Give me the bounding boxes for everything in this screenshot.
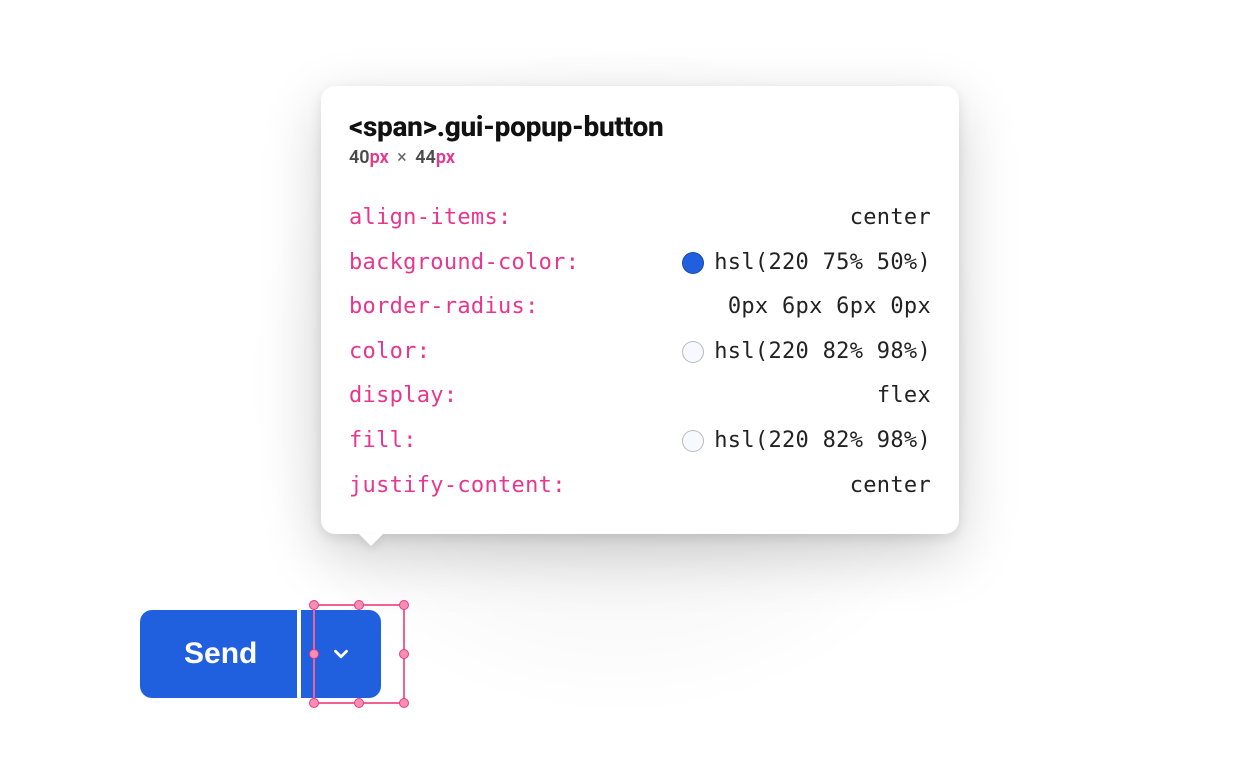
css-property-name: fill [349,428,403,453]
css-colon: : [552,473,566,498]
width-value: 40 [349,147,370,168]
css-property-value-wrap: flex [877,382,931,411]
css-property-value-wrap: 0px 6px 6px 0px [728,293,931,322]
css-property-row: align-items: center [349,196,931,241]
css-colon: : [525,294,539,319]
css-property-name: align-items [349,205,498,230]
css-property-row: justify-content: center [349,464,931,509]
width-unit: px [370,147,389,168]
resize-handle[interactable] [354,698,364,708]
inspector-selector: <span>.gui-popup-button [349,110,931,143]
resize-handle[interactable] [309,600,319,610]
tooltip-tail [359,534,383,546]
css-property-name: justify-content [349,473,552,498]
css-property-name: display [349,383,444,408]
resize-handle[interactable] [399,649,409,659]
resize-handle[interactable] [399,600,409,610]
css-property-row: background-color: hsl(220 75% 50%) [349,241,931,286]
css-property-name: background-color [349,250,566,275]
css-property-list: align-items: center background-color: hsl(2… [349,196,931,508]
css-property-value: 0px 6px 6px 0px [728,293,931,322]
color-swatch-icon [682,252,704,274]
css-colon: : [444,383,458,408]
css-property-value-wrap: hsl(220 75% 50%) [682,249,931,278]
css-property-value: center [850,204,931,233]
css-property-value-wrap: center [850,472,931,501]
color-swatch-icon [682,430,704,452]
css-property-value-wrap: hsl(220 82% 98%) [682,338,931,367]
css-colon: : [403,428,417,453]
css-property-value: hsl(220 82% 98%) [714,427,931,456]
css-property-row: border-radius: 0px 6px 6px 0px [349,285,931,330]
css-property-value-wrap: hsl(220 82% 98%) [682,427,931,456]
css-property-name: border-radius [349,294,525,319]
height-value: 44 [415,147,436,168]
css-property-row: display: flex [349,374,931,419]
dimensions-separator: × [397,147,407,168]
css-property-row: fill: hsl(220 82% 98%) [349,419,931,464]
chevron-down-icon [330,643,352,665]
css-property-value: hsl(220 75% 50%) [714,249,931,278]
css-property-value: hsl(220 82% 98%) [714,338,931,367]
color-swatch-icon [682,341,704,363]
css-property-name: color [349,339,417,364]
css-property-value-wrap: center [850,204,931,233]
resize-handle[interactable] [309,698,319,708]
css-colon: : [417,339,431,364]
css-colon: : [498,205,512,230]
popup-button[interactable] [301,610,381,698]
inspector-dimensions: 40px × 44px [349,147,931,168]
send-button[interactable]: Send [140,610,297,698]
inspector-tooltip: <span>.gui-popup-button 40px × 44px alig… [321,86,959,534]
css-colon: : [566,250,580,275]
split-button: Send [140,610,381,698]
css-property-value: center [850,472,931,501]
css-property-value: flex [877,382,931,411]
resize-handle[interactable] [399,698,409,708]
resize-handle[interactable] [354,600,364,610]
css-property-row: color: hsl(220 82% 98%) [349,330,931,375]
height-unit: px [436,147,455,168]
send-button-label: Send [184,637,257,671]
